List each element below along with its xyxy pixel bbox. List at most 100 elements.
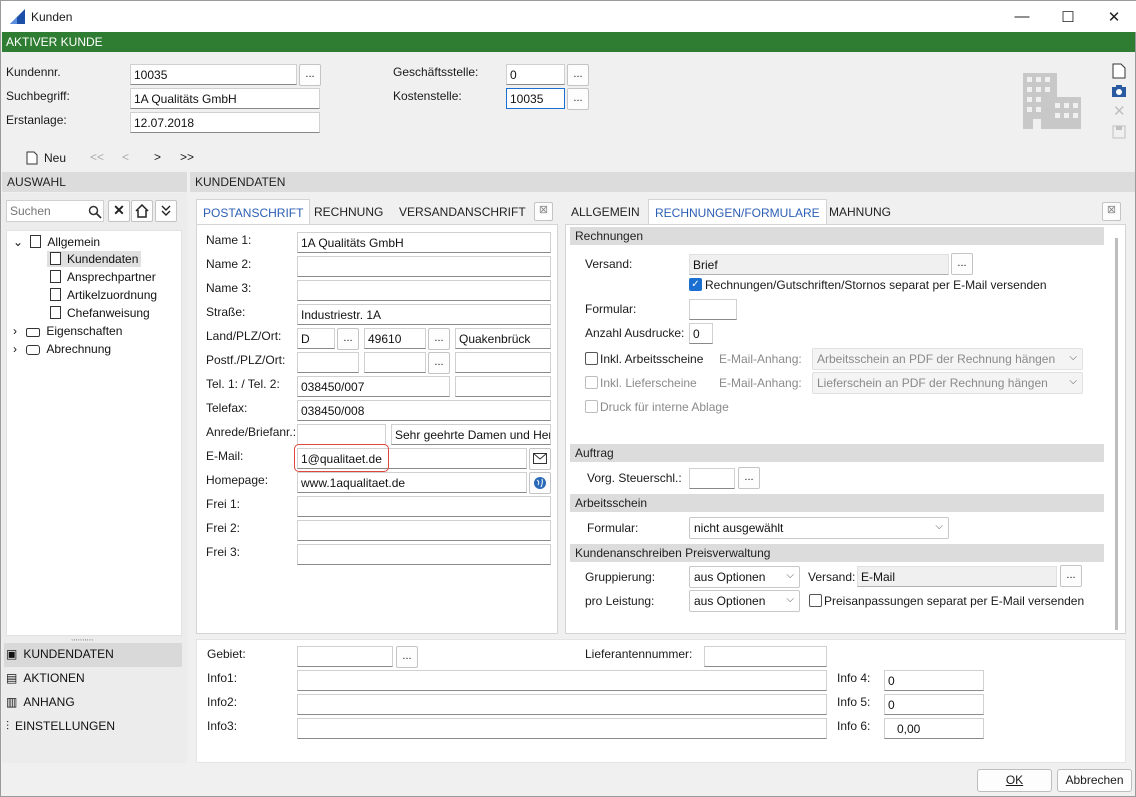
- tab-versandanschrift[interactable]: VERSANDANSCHRIFT: [393, 199, 532, 225]
- close-right-tab-button[interactable]: ⊠: [1102, 202, 1121, 221]
- kostenstelle-lookup-button[interactable]: ...: [567, 88, 589, 110]
- steuerschluessel-lookup-button[interactable]: ...: [738, 467, 760, 489]
- close-icon: ✕: [1107, 8, 1121, 26]
- telefon2-field[interactable]: [455, 376, 551, 397]
- erstanlage-field[interactable]: 12.07.2018: [130, 112, 320, 133]
- info2-label: Info2:: [207, 695, 238, 709]
- kundennr-lookup-button[interactable]: ...: [299, 64, 321, 86]
- pro-leistung-dropdown[interactable]: aus Optionen ⌵: [689, 590, 800, 612]
- telefon1-field[interactable]: 038450/007: [297, 376, 450, 397]
- ok-button[interactable]: OK: [977, 769, 1052, 792]
- send-email-button[interactable]: [529, 448, 551, 470]
- tree-item-kundendaten[interactable]: Kundendaten: [47, 251, 142, 267]
- ort-field[interactable]: Quakenbrück: [455, 328, 551, 349]
- frei2-field[interactable]: [297, 520, 551, 541]
- briefanrede-field[interactable]: Sehr geehrte Damen und Herr: [391, 424, 551, 445]
- postfach-plz-lookup-button[interactable]: ...: [428, 352, 450, 374]
- telefax-field[interactable]: 038450/008: [297, 400, 551, 421]
- land-lookup-button[interactable]: ...: [337, 328, 359, 350]
- minimize-button[interactable]: —: [999, 1, 1045, 32]
- camera-icon[interactable]: [1111, 84, 1127, 98]
- formular-field[interactable]: [689, 299, 737, 320]
- kundennr-field[interactable]: 10035: [130, 64, 297, 85]
- info4-field[interactable]: 0: [884, 670, 984, 691]
- anrede-field[interactable]: [297, 424, 386, 445]
- home-button[interactable]: [131, 200, 153, 222]
- arbeitsschein-formular-dropdown[interactable]: nicht ausgewählt ⌵: [689, 517, 949, 539]
- document-icon: [50, 306, 61, 319]
- panel-scrollbar[interactable]: [1115, 238, 1118, 630]
- nav-kundendaten[interactable]: ▣ KUNDENDATEN: [4, 643, 182, 667]
- open-homepage-button[interactable]: [529, 472, 551, 494]
- nav-aktionen[interactable]: ▤ AKTIONEN: [4, 667, 182, 691]
- kostenstelle-field[interactable]: 10035: [506, 88, 565, 109]
- prev-record-button[interactable]: <: [122, 150, 129, 164]
- tree-item-eigenschaften[interactable]: › Eigenschaften: [13, 324, 122, 338]
- inkl-arbeitsscheine-checkbox[interactable]: [585, 352, 598, 365]
- gebiet-field[interactable]: [297, 646, 393, 667]
- postfach-plz-field[interactable]: [364, 352, 426, 373]
- info6-field[interactable]: 0,00: [884, 718, 984, 739]
- minimize-icon: —: [1014, 8, 1030, 25]
- nav-einstellungen[interactable]: ⫶ EINSTELLUNGEN: [4, 715, 182, 739]
- geschaeftsstelle-lookup-button[interactable]: ...: [567, 64, 589, 86]
- versand-lookup-button[interactable]: ...: [951, 253, 973, 275]
- inkl-lieferscheine-checkbox[interactable]: [585, 376, 598, 389]
- druck-ablage-checkbox[interactable]: [585, 400, 598, 413]
- frei1-field[interactable]: [297, 496, 551, 517]
- lieferantennummer-field[interactable]: [704, 646, 827, 667]
- preis-versand-field[interactable]: E-Mail: [857, 566, 1057, 587]
- preisanpassungen-checkbox[interactable]: [809, 594, 822, 607]
- homepage-field[interactable]: www.1aqualitaet.de: [297, 472, 527, 493]
- tree-item-ansprechpartner[interactable]: Ansprechpartner: [50, 270, 156, 284]
- nav-anhang[interactable]: ▥ ANHANG: [4, 691, 182, 715]
- info3-field[interactable]: [297, 718, 827, 739]
- gruppierung-dropdown[interactable]: aus Optionen ⌵: [689, 566, 800, 588]
- tree-item-abrechnung[interactable]: › Abrechnung: [13, 342, 111, 356]
- dropdown-value: Lieferschein an PDF der Rechnung hängen: [817, 376, 1048, 390]
- clear-search-button[interactable]: ✕: [108, 200, 130, 222]
- preis-versand-lookup-button[interactable]: ...: [1060, 565, 1082, 587]
- name1-field[interactable]: 1A Qualitäts GmbH: [297, 232, 551, 253]
- abbrechen-button[interactable]: Abbrechen: [1057, 769, 1132, 792]
- name2-field[interactable]: [297, 256, 551, 277]
- tree-item-allgemein[interactable]: ⌄ Allgemein: [13, 235, 100, 249]
- arbeitsschein-anhang-dropdown[interactable]: Arbeitsschein an PDF der Rechnung hängen…: [812, 348, 1083, 370]
- info2-field[interactable]: [297, 694, 827, 715]
- geschaeftsstelle-field[interactable]: 0: [506, 64, 565, 85]
- info5-field[interactable]: 0: [884, 694, 984, 715]
- next-record-button[interactable]: >: [154, 150, 161, 164]
- plz-lookup-button[interactable]: ...: [428, 328, 450, 350]
- versand-field[interactable]: Brief: [689, 254, 949, 275]
- new-button[interactable]: Neu: [44, 151, 66, 165]
- last-record-button[interactable]: >>: [180, 150, 194, 164]
- strasse-field[interactable]: Industriestr. 1A: [297, 304, 551, 325]
- tab-rechnungen-formulare[interactable]: RECHNUNGEN/FORMULARE: [648, 199, 827, 225]
- frei3-field[interactable]: [297, 544, 551, 565]
- suchbegriff-field[interactable]: 1A Qualitäts GmbH: [130, 88, 320, 109]
- collapse-button[interactable]: [155, 200, 177, 222]
- plz-field[interactable]: 49610: [364, 328, 426, 349]
- separat-versenden-checkbox[interactable]: ✓: [689, 278, 702, 291]
- tab-allgemein[interactable]: ALLGEMEIN: [565, 199, 646, 225]
- maximize-button[interactable]: ☐: [1045, 1, 1091, 32]
- land-field[interactable]: D: [297, 328, 335, 349]
- lieferschein-anhang-dropdown[interactable]: Lieferschein an PDF der Rechnung hängen ⌵: [812, 372, 1083, 394]
- tab-mahnung[interactable]: MAHNUNG: [823, 199, 897, 225]
- gebiet-lookup-button[interactable]: ...: [396, 646, 418, 668]
- postfach-ort-field[interactable]: [455, 352, 551, 373]
- first-record-button[interactable]: <<: [90, 150, 104, 164]
- new-document-icon[interactable]: [1112, 63, 1126, 79]
- tab-rechnung[interactable]: RECHNUNG: [308, 199, 389, 225]
- tree-item-artikelzuordnung[interactable]: Artikelzuordnung: [50, 288, 157, 302]
- splitter-handle[interactable]: ,,,,,,,,,,: [71, 633, 93, 642]
- close-left-tab-button[interactable]: ⊠: [534, 202, 553, 221]
- postfach-field[interactable]: [297, 352, 359, 373]
- anzahl-ausdrucke-field[interactable]: 0: [689, 323, 713, 344]
- info1-field[interactable]: [297, 670, 827, 691]
- name3-field[interactable]: [297, 280, 551, 301]
- steuerschluessel-field[interactable]: [689, 468, 735, 489]
- close-button[interactable]: ✕: [1091, 1, 1136, 32]
- tree-item-chefanweisung[interactable]: Chefanweisung: [50, 306, 150, 320]
- tab-postanschrift[interactable]: POSTANSCHRIFT: [196, 199, 311, 225]
